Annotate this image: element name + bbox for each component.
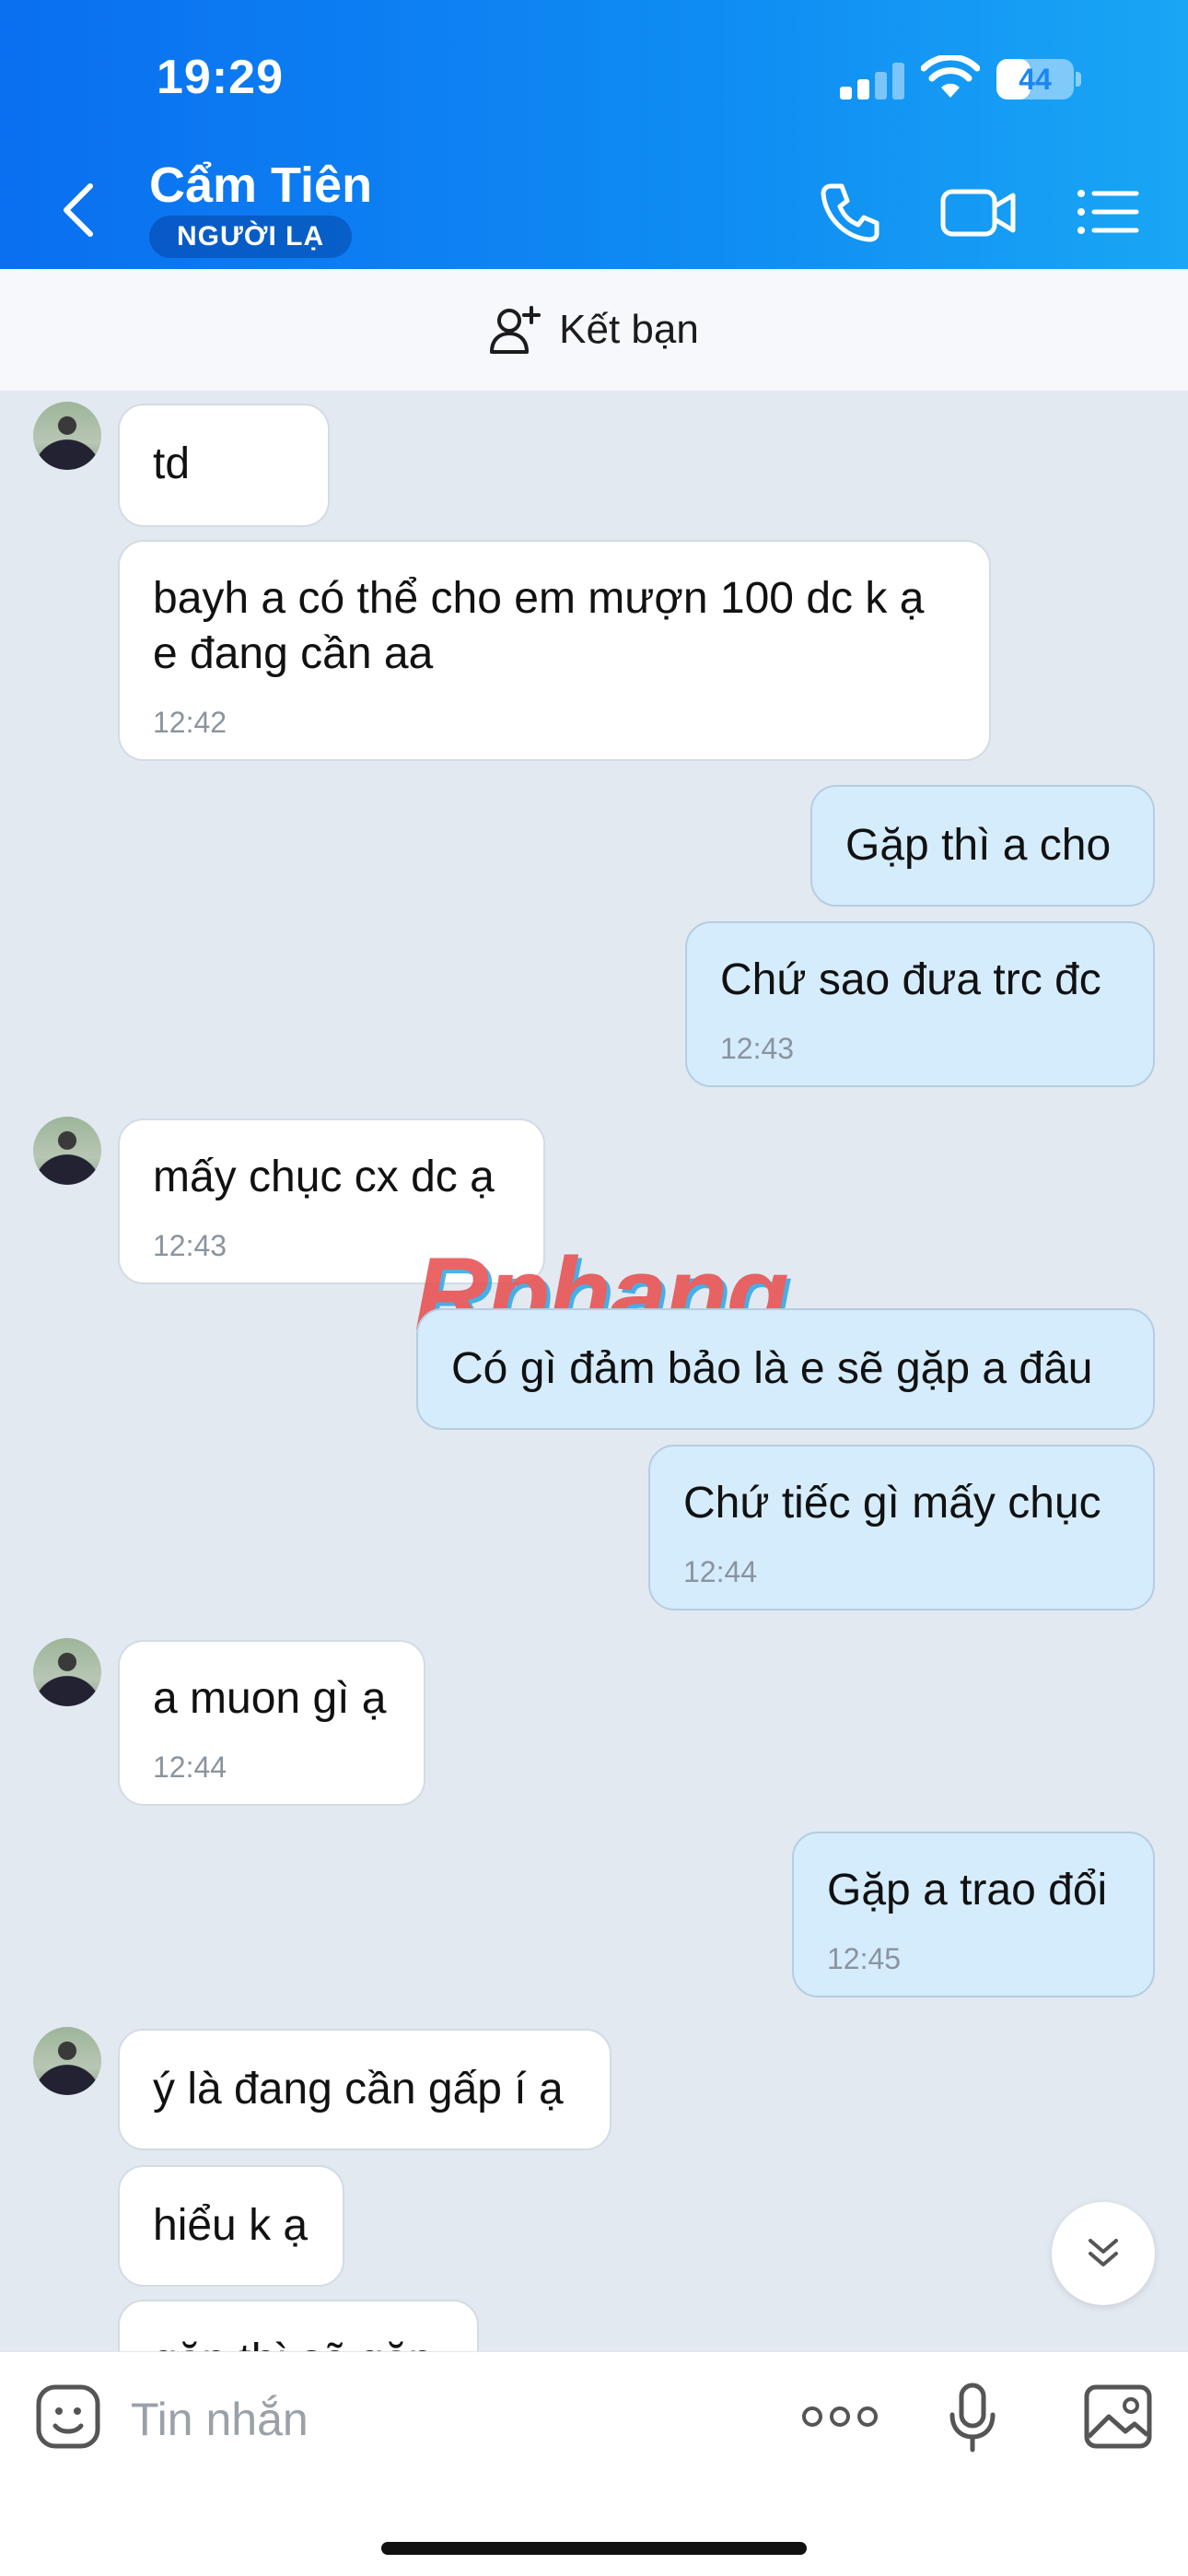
back-icon[interactable] (57, 181, 103, 240)
menu-list-icon[interactable] (1072, 175, 1146, 249)
more-icon[interactable] (799, 2378, 880, 2455)
battery-indicator: 44 (996, 59, 1081, 100)
avatar[interactable] (33, 1117, 101, 1185)
message-composer: Tin nhắn (0, 2351, 1188, 2576)
add-friend-icon (490, 306, 542, 354)
wifi-icon (921, 55, 980, 98)
avatar[interactable] (33, 1638, 101, 1706)
avatar[interactable] (33, 2027, 101, 2095)
message-time: 12:43 (153, 1229, 227, 1262)
stranger-badge: NGƯỜI LẠ (149, 216, 353, 258)
home-indicator (381, 2542, 807, 2555)
message-bubble[interactable]: Có gì đảm bảo là e sẽ gặp a đâu (416, 1308, 1155, 1430)
battery-level: 44 (1019, 63, 1052, 96)
message-bubble[interactable]: Chứ tiếc gì mấy chục 12:44 (648, 1445, 1155, 1610)
status-time: 19:29 (157, 51, 284, 104)
message-time: 12:44 (153, 1751, 227, 1784)
cellular-signal-icon (840, 63, 904, 100)
add-friend-label: Kết bạn (559, 307, 699, 352)
message-bubble[interactable]: Gặp a trao đổi 12:45 (792, 1832, 1155, 1997)
chat-header: 19:29 44 Cẩm Tiên NGƯỜI LẠ (0, 0, 1188, 269)
sticker-icon[interactable] (29, 2378, 107, 2455)
message-input[interactable]: Tin nhắn (131, 2393, 309, 2446)
message-bubble[interactable]: td (118, 404, 330, 527)
chevron-double-down-icon (1089, 2239, 1118, 2266)
phone-icon[interactable] (812, 175, 886, 249)
message-bubble[interactable]: hiểu k ạ (118, 2165, 344, 2287)
message-bubble[interactable]: Chứ sao đưa trc đc 12:43 (685, 921, 1155, 1087)
message-bubble[interactable]: a muon gì ạ 12:44 (118, 1640, 425, 1806)
contact-name[interactable]: Cẩm Tiên (149, 157, 372, 214)
microphone-icon[interactable] (934, 2378, 1011, 2455)
message-bubble[interactable]: ý là đang cần gấp í ạ (118, 2029, 611, 2150)
message-time: 12:44 (683, 1555, 758, 1588)
add-friend-button[interactable]: Kết bạn (0, 269, 1188, 391)
scroll-to-bottom-button[interactable] (1052, 2202, 1155, 2305)
message-time: 12:43 (720, 1032, 795, 1065)
message-bubble[interactable]: bayh a có thể cho em mượn 100 dc k ạ e đ… (118, 540, 991, 761)
video-icon[interactable] (938, 175, 1020, 249)
image-icon[interactable] (1079, 2378, 1157, 2455)
message-time: 12:45 (827, 1942, 902, 1975)
message-time: 12:42 (153, 706, 227, 739)
avatar[interactable] (33, 402, 101, 470)
message-bubble[interactable]: Gặp thì a cho (810, 785, 1155, 907)
